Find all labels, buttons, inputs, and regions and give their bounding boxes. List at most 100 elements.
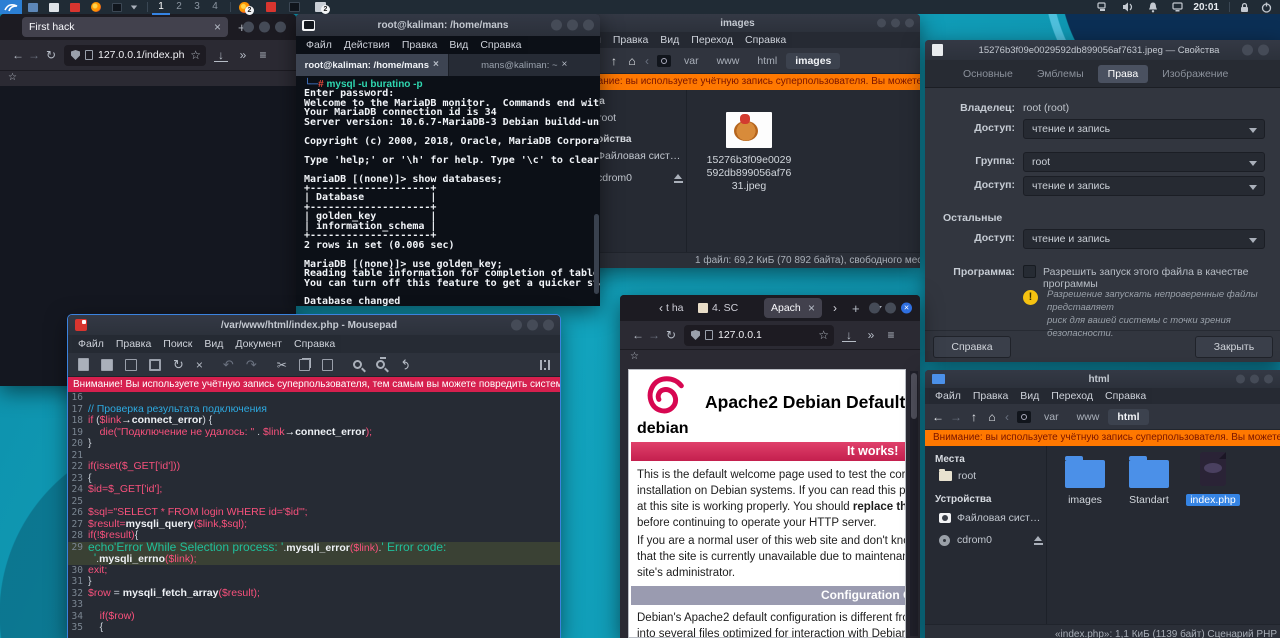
- bookmarks-toolbar[interactable]: [620, 349, 920, 365]
- minimize-button[interactable]: [511, 320, 522, 331]
- minimize-button[interactable]: [551, 20, 562, 31]
- paste-icon[interactable]: [322, 359, 333, 371]
- window-controls[interactable]: [238, 22, 286, 33]
- window-controls[interactable]: [506, 320, 554, 331]
- app-menu-icon[interactable]: [256, 49, 270, 61]
- eject-icon[interactable]: [674, 174, 683, 183]
- breadcrumb-item[interactable]: var: [1035, 409, 1068, 425]
- menu-item[interactable]: Правка: [396, 39, 443, 51]
- breadcrumb-item[interactable]: html: [1108, 409, 1148, 425]
- maximize-button[interactable]: [1242, 45, 1253, 56]
- device-icon[interactable]: [657, 55, 671, 67]
- menu-item[interactable]: Справка: [1099, 390, 1152, 402]
- close-button[interactable]: [583, 20, 594, 31]
- bookmark-star-icon[interactable]: [818, 329, 829, 341]
- sidebar-item-filesystem[interactable]: Файловая сист…: [939, 512, 1043, 524]
- breadcrumbs[interactable]: varwwwhtml: [1035, 409, 1149, 425]
- menu-item[interactable]: Вид: [443, 39, 474, 51]
- up-icon[interactable]: [605, 55, 623, 67]
- maximize-button[interactable]: [259, 22, 270, 33]
- tab-apache-active[interactable]: Apach: [764, 298, 822, 318]
- reload-icon[interactable]: [662, 329, 680, 341]
- terminal-scrollbar[interactable]: [594, 214, 599, 294]
- close-button[interactable]: [901, 303, 912, 314]
- minimize-button[interactable]: [1236, 375, 1245, 384]
- breadcrumb-item[interactable]: var: [675, 53, 708, 69]
- forward-icon[interactable]: [26, 49, 42, 61]
- image-filename[interactable]: 15276b3f09e0029 592db899056af76 31.jpeg: [688, 154, 810, 193]
- menu-item[interactable]: Правка: [607, 34, 654, 46]
- workspace-button[interactable]: 3: [188, 0, 206, 15]
- menu-item[interactable]: Справка: [288, 338, 341, 350]
- menu-item[interactable]: Справка: [739, 34, 792, 46]
- back-icon[interactable]: [630, 329, 646, 341]
- redo-icon[interactable]: [246, 358, 257, 371]
- power-icon[interactable]: [1261, 2, 1272, 13]
- forward-icon[interactable]: [947, 411, 965, 423]
- menu-item[interactable]: Правка: [967, 390, 1014, 402]
- volume-icon[interactable]: [1122, 2, 1134, 12]
- page-info-icon[interactable]: [705, 330, 713, 340]
- maximize-button[interactable]: [1250, 375, 1259, 384]
- menu-item[interactable]: Поиск: [157, 338, 198, 350]
- group-dropdown[interactable]: root: [1023, 152, 1265, 172]
- tab-image[interactable]: Изображение: [1152, 65, 1238, 83]
- new-file-icon[interactable]: [78, 358, 89, 371]
- tab-close-icon[interactable]: [562, 60, 568, 70]
- group-access-dropdown[interactable]: чтение и запись: [1023, 176, 1265, 196]
- window-controls[interactable]: [1237, 45, 1269, 56]
- maximize-button[interactable]: [885, 303, 896, 314]
- window-buttons-icon[interactable]: [28, 3, 38, 12]
- properties-titlebar[interactable]: 15276b3f09e0029592db899056af7631.jpeg — …: [925, 40, 1280, 60]
- fm-html-titlebar[interactable]: html: [925, 370, 1280, 388]
- taskbar-mousepad-icon[interactable]: [266, 2, 276, 12]
- taskbar-firefox-icon[interactable]: 2: [239, 2, 250, 13]
- reload-icon[interactable]: [173, 358, 184, 371]
- tab-scroll-left-icon[interactable]: [656, 302, 666, 314]
- undo-icon[interactable]: [223, 358, 234, 371]
- menu-item[interactable]: Файл: [929, 390, 967, 402]
- apache-default-page[interactable]: debian Apache2 Debian Default Page It wo…: [628, 369, 906, 638]
- tab-permissions[interactable]: Права: [1098, 65, 1149, 83]
- menu-item[interactable]: Файл: [72, 338, 110, 350]
- window-controls[interactable]: [546, 20, 594, 31]
- breadcrumb-item[interactable]: www: [708, 53, 749, 69]
- close-button[interactable]: [905, 19, 914, 28]
- overflow-menu-icon[interactable]: [236, 49, 250, 61]
- others-access-dropdown[interactable]: чтение и запись: [1023, 229, 1265, 249]
- owner-access-dropdown[interactable]: чтение и запись: [1023, 119, 1265, 139]
- search-icon[interactable]: [353, 360, 362, 369]
- fm-html-filelist[interactable]: images Standart index.php: [1048, 446, 1280, 624]
- tab-partial[interactable]: t ha: [666, 302, 692, 314]
- menu-item[interactable]: Правка: [110, 338, 157, 350]
- bookmarks-toolbar[interactable]: [0, 70, 296, 86]
- breadcrumbs[interactable]: varwwwhtmlimages: [675, 53, 840, 69]
- tab-emblems[interactable]: Эмблемы: [1027, 65, 1094, 83]
- window-controls[interactable]: [872, 19, 914, 28]
- open-file-icon[interactable]: [101, 359, 113, 371]
- breadcrumb-item[interactable]: html: [748, 53, 786, 69]
- menu-item[interactable]: Действия: [338, 39, 396, 51]
- bookmark-star-icon[interactable]: [190, 49, 201, 61]
- bookmark-item-icon[interactable]: [8, 73, 17, 83]
- tab-first-hack[interactable]: First hack: [22, 17, 228, 37]
- eject-icon[interactable]: [1034, 536, 1043, 545]
- tab-image-viewer[interactable]: 4. SC: [698, 302, 756, 314]
- notifications-bell-icon[interactable]: [1148, 2, 1158, 13]
- workspace-button[interactable]: 2: [170, 0, 188, 15]
- tab-scroll-right-icon[interactable]: [830, 302, 840, 314]
- taskbar-terminal-icon[interactable]: [289, 2, 300, 12]
- tab-close-icon[interactable]: [433, 60, 439, 70]
- sidebar-item-cdrom[interactable]: cdrom0: [939, 534, 1043, 546]
- save-icon[interactable]: [125, 359, 137, 371]
- clock[interactable]: 20:01: [1193, 2, 1219, 13]
- tab-close-icon[interactable]: [214, 21, 221, 33]
- url-text[interactable]: 127.0.0.1: [718, 329, 813, 341]
- minimize-button[interactable]: [243, 22, 254, 33]
- app-menu-icon[interactable]: [884, 329, 898, 341]
- workspace-button[interactable]: 4: [206, 0, 224, 15]
- crumb-scroll-left-icon[interactable]: [641, 55, 653, 67]
- mousepad-menubar[interactable]: ФайлПравкаПоискВидДокументСправка: [72, 335, 341, 353]
- reload-icon[interactable]: [42, 49, 60, 61]
- page-info-icon[interactable]: [85, 50, 93, 60]
